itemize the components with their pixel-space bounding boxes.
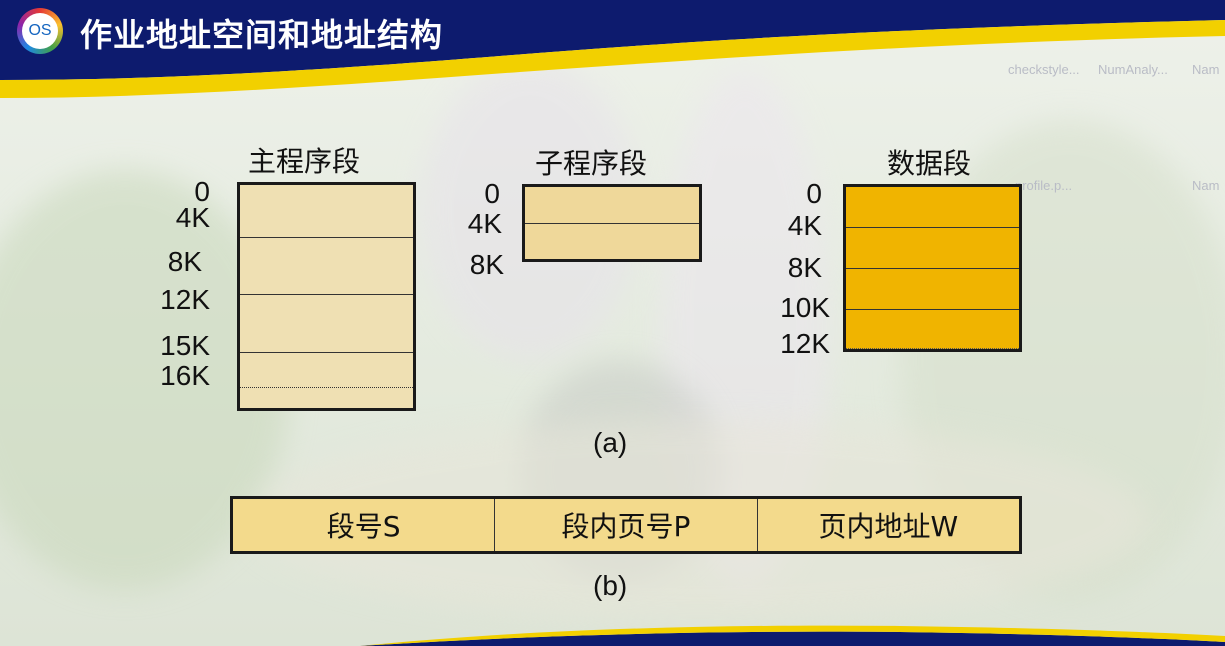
main-segment-address: 16K [160,360,210,391]
main-segment-box [237,182,416,411]
main-segment-address: 4K [175,202,210,233]
address-structure: 段号S 段内页号P 页内地址W [230,496,1022,554]
page-offset-field: 页内地址W [818,510,959,543]
page-divider [846,227,1019,228]
diagram-b-caption: (b) [593,570,628,601]
sub-segment-title: 子程序段 [535,147,648,180]
data-segment-box [843,184,1022,352]
data-segment-address: 12K [780,328,830,359]
page-divider [525,223,699,224]
main-segment-title: 主程序段 [248,145,361,178]
data-segment-address: 8K [787,252,822,283]
page-number-field: 段内页号P [495,499,758,551]
segment-end-divider [846,348,1019,349]
page-divider [240,352,413,353]
page-divider [846,309,1019,310]
data-segment-address: 10K [780,292,830,323]
data-segment-address: 0 [806,178,822,209]
sub-segment-address: 0 [484,178,500,209]
data-segment-title: 数据段 [887,147,972,180]
page-divider [240,294,413,295]
diagram-a-caption: (a) [593,427,628,458]
sub-segment-address: 4K [467,208,502,239]
sub-segment-box [522,184,702,262]
page-divider [240,237,413,238]
slide-content: 主程序段 0 4K 8K 12K 15K 16K 子程序段 0 4K 8K 数据… [0,0,1225,646]
page-divider [846,268,1019,269]
segment-end-divider [240,387,413,388]
sub-segment-address: 8K [469,249,504,280]
main-segment-address: 15K [160,330,210,361]
main-segment-address: 8K [167,246,202,277]
segment-number-field: 段号S [233,499,496,551]
data-segment-address: 4K [787,210,822,241]
main-segment-address: 12K [160,284,210,315]
